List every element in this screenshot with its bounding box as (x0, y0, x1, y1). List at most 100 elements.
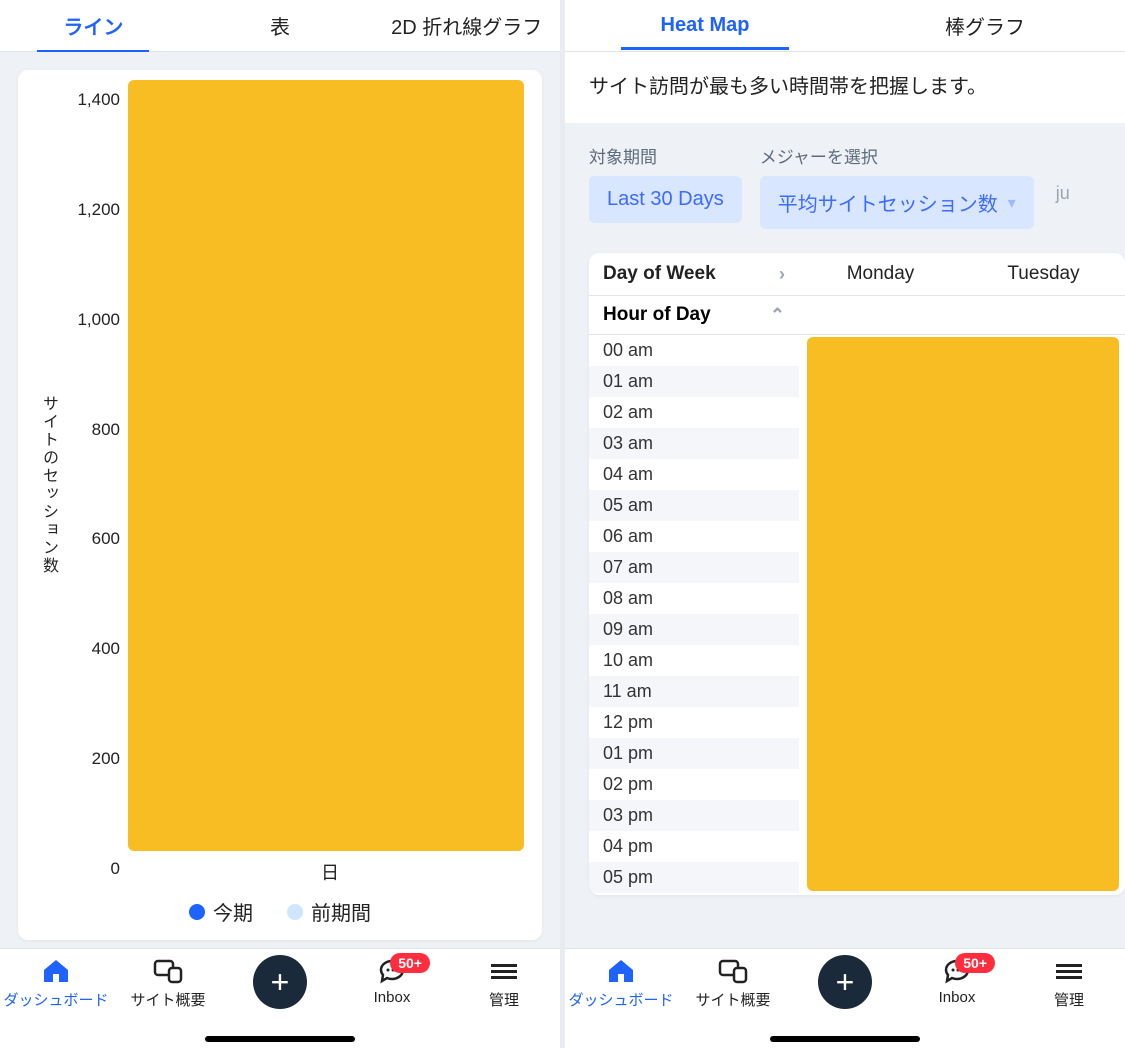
nav-label: サイト概要 (695, 989, 770, 1010)
period-select[interactable]: Last 30 Days (589, 176, 742, 223)
col-header-text: Day of Week (603, 263, 716, 285)
legend-dot-icon (189, 904, 205, 920)
nav-label: 管理 (489, 989, 519, 1010)
ytick: 1,400 (68, 90, 120, 110)
hour-row: 01 pm (589, 738, 799, 769)
bottom-nav: ダッシュボード サイト概要 + 50+ Inbox 管理 (0, 948, 560, 1048)
nav-dashboard[interactable]: ダッシュボード (565, 957, 677, 1010)
inbox-badge: 50+ (955, 953, 995, 973)
y-axis-label: サイトのセッション数 (36, 395, 60, 575)
devices-icon (718, 957, 748, 985)
heatmap-body: 00 am 01 am 02 am 03 am 04 am 05 am 06 a… (589, 335, 1125, 895)
measure-group: メジャーを選択 平均サイトセッション数 ▾ (760, 143, 1034, 229)
nav-add[interactable]: + (789, 957, 901, 1009)
nav-inbox[interactable]: 50+ Inbox (336, 957, 448, 1006)
legend-dot-icon (287, 904, 303, 920)
nav-label: 管理 (1054, 989, 1084, 1010)
right-tabs: Heat Map 棒グラフ (565, 0, 1125, 52)
period-group: 対象期間 Last 30 Days (589, 143, 742, 229)
day-column-tuesday[interactable]: Tuesday (962, 253, 1125, 295)
hour-row: 03 am (589, 428, 799, 459)
legend-label: 前期間 (311, 897, 371, 926)
hour-row: 08 am (589, 583, 799, 614)
nav-admin[interactable]: 管理 (1013, 957, 1125, 1010)
nav-site-overview[interactable]: サイト概要 (112, 957, 224, 1010)
bottom-nav: ダッシュボード サイト概要 + 50+ Inbox 管理 (565, 948, 1125, 1048)
nav-site-overview[interactable]: サイト概要 (677, 957, 789, 1010)
controls-row: 対象期間 Last 30 Days メジャーを選択 平均サイトセッション数 ▾ … (565, 123, 1125, 239)
home-icon (41, 957, 71, 985)
heatmap-card: Day of Week › Monday Tuesday Hour of Day… (589, 253, 1125, 895)
hour-row: 03 pm (589, 800, 799, 831)
nav-label: ダッシュボード (3, 989, 108, 1010)
measure-select[interactable]: 平均サイトセッション数 ▾ (760, 176, 1034, 229)
nav-inbox[interactable]: 50+ Inbox (901, 957, 1013, 1006)
hour-row: 09 am (589, 614, 799, 645)
ytick: 400 (68, 639, 120, 659)
home-indicator (770, 1036, 920, 1042)
period-label: 対象期間 (589, 143, 742, 168)
tab-2d-line[interactable]: 2D 折れ線グラフ (373, 0, 560, 52)
tab-line[interactable]: ライン (0, 0, 187, 52)
devices-icon (153, 957, 183, 985)
ytick: 0 (68, 859, 120, 879)
hour-row: 07 am (589, 552, 799, 583)
plot-overlay (128, 80, 524, 851)
hamburger-icon (1054, 957, 1084, 985)
measure-label: メジャーを選択 (760, 143, 1034, 168)
heatmap-subheader: Hour of Day ⌃ (589, 296, 1125, 335)
plot-column: 日 (128, 80, 532, 889)
y-axis-ticks: 1,400 1,200 1,000 800 600 400 200 0 (68, 80, 128, 889)
x-axis-label: 日 (128, 851, 532, 889)
nav-add[interactable]: + (224, 957, 336, 1009)
right-body: 対象期間 Last 30 Days メジャーを選択 平均サイトセッション数 ▾ … (565, 123, 1125, 1048)
nav-label: ダッシュボード (568, 989, 673, 1010)
hour-row: 00 am (589, 335, 799, 366)
heatmap-overlay (807, 337, 1119, 891)
hour-row: 11 am (589, 676, 799, 707)
chevron-down-icon: ▾ (1008, 193, 1016, 213)
left-screen: ライン 表 2D 折れ線グラフ サイトのセッション数 1,400 1,200 1… (0, 0, 560, 1048)
ytick: 1,200 (68, 200, 120, 220)
left-body: サイトのセッション数 1,400 1,200 1,000 800 600 400… (0, 52, 560, 1048)
hour-row: 04 pm (589, 831, 799, 862)
row-header-text: Hour of Day (603, 304, 711, 326)
nav-label: Inbox (939, 989, 976, 1006)
plus-icon: + (253, 955, 307, 1009)
hamburger-icon (489, 957, 519, 985)
hour-row: 04 am (589, 459, 799, 490)
ylabel-col: サイトのセッション数 (28, 80, 68, 889)
day-of-week-header[interactable]: Day of Week › (589, 253, 799, 295)
legend-item-current: 今期 (189, 897, 253, 926)
chevron-right-icon: › (779, 264, 785, 285)
heatmap-header: Day of Week › Monday Tuesday (589, 253, 1125, 296)
hour-of-day-header[interactable]: Hour of Day ⌃ (589, 296, 799, 334)
tab-heatmap[interactable]: Heat Map (565, 2, 845, 49)
legend-label: 今期 (213, 897, 253, 926)
legend-item-previous: 前期間 (287, 897, 371, 926)
trimmed-text: ju (1052, 143, 1070, 229)
ytick: 1,000 (68, 310, 120, 330)
day-column-monday[interactable]: Monday (799, 253, 962, 295)
nav-dashboard[interactable]: ダッシュボード (0, 957, 112, 1010)
chart-legend: 今期 前期間 (28, 889, 532, 930)
hour-row: 02 pm (589, 769, 799, 800)
nav-admin[interactable]: 管理 (448, 957, 560, 1010)
right-screen: Heat Map 棒グラフ サイト訪問が最も多い時間帯を把握します。 対象期間 … (565, 0, 1125, 1048)
ytick: 200 (68, 749, 120, 769)
chart-area: サイトのセッション数 1,400 1,200 1,000 800 600 400… (28, 80, 532, 889)
plus-icon: + (818, 955, 872, 1009)
period-value: Last 30 Days (607, 188, 724, 211)
hours-column: 00 am 01 am 02 am 03 am 04 am 05 am 06 a… (589, 335, 799, 895)
tab-table[interactable]: 表 (187, 0, 374, 52)
nav-label: サイト概要 (130, 989, 205, 1010)
hour-row: 01 am (589, 366, 799, 397)
hour-row: 12 pm (589, 707, 799, 738)
tab-bar-chart[interactable]: 棒グラフ (845, 0, 1125, 52)
home-indicator (205, 1036, 355, 1042)
hour-row: 06 am (589, 521, 799, 552)
hour-row: 05 pm (589, 862, 799, 893)
hour-row: 02 am (589, 397, 799, 428)
home-icon (606, 957, 636, 985)
ytick: 600 (68, 529, 120, 549)
